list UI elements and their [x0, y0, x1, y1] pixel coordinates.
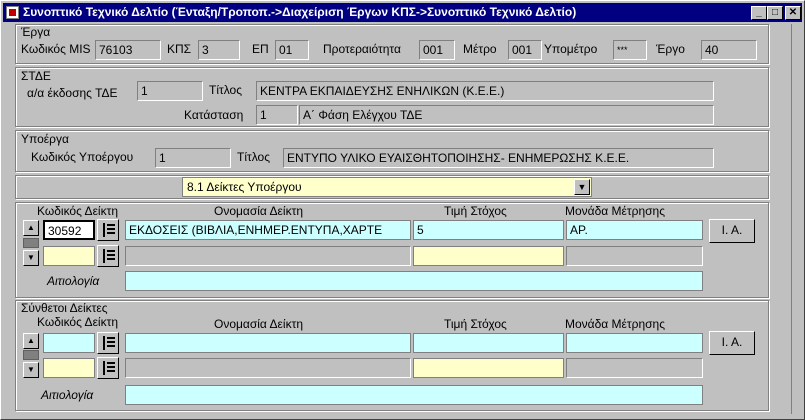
list-icon [103, 249, 115, 263]
synthetoi-justification-label: Αιτιολογία [41, 388, 94, 402]
ypoerga-section-label: Υποέργα [21, 132, 69, 146]
section-select-value: 8.1 Δείκτες Υποέργου [187, 180, 302, 194]
window-title: Συνοπτικό Τεχνικό Δελτίο (Ένταξη/Τροποπ.… [23, 5, 577, 19]
ypometro-label: Υπομέτρο [544, 42, 598, 56]
ep-field[interactable]: 01 [275, 40, 309, 60]
title-bar[interactable]: Συνοπτικό Τεχνικό Δελτίο (Ένταξη/Τροποπ.… [3, 3, 802, 22]
deiktes-row1-lov-button[interactable] [97, 219, 119, 241]
deiktes-row2-code[interactable] [43, 246, 95, 266]
synthetoi-row1-unit[interactable] [566, 333, 703, 353]
ergo-label: Έργο [656, 42, 685, 56]
minimize-button[interactable]: _ [751, 6, 767, 20]
ypoergo-title-label: Τίτλος [237, 150, 271, 164]
ypoergo-code-field[interactable]: 1 [155, 148, 231, 168]
ep-label: ΕΠ [252, 42, 269, 56]
synthetoi-col-target: Τιμή Στόχος [444, 317, 507, 331]
synthetoi-row2-name[interactable] [125, 358, 411, 378]
erga-section-label: Έργα [21, 25, 51, 39]
priority-label: Προτεραιότητα [323, 42, 401, 56]
kps-label: ΚΠΣ [167, 42, 192, 56]
deiktes-row2-lov-button[interactable] [97, 245, 119, 267]
aa-label: α/α έκδοσης ΤΔΕ [27, 86, 118, 100]
deiktes-scroll-up[interactable]: ▲ [23, 220, 39, 236]
deiktes-row2-target[interactable] [413, 246, 564, 266]
synthetoi-row1-target[interactable] [413, 333, 564, 353]
chevron-down-icon[interactable]: ▼ [574, 179, 590, 195]
stde-title-field[interactable]: ΚΕΝΤΡΑ ΕΚΠΑΙΔΕΥΣΗΣ ΕΝΗΛΙΚΩΝ (Κ.Ε.Ε.) [256, 81, 714, 101]
deiktes-col-target: Τιμή Στόχος [444, 204, 507, 218]
deiktes-col-name: Ονομασία Δείκτη [214, 204, 303, 218]
mis-label: Κωδικός MIS [21, 42, 91, 56]
deiktes-row2-unit[interactable] [566, 246, 703, 266]
deiktes-ia-button[interactable]: Ι. Α. [709, 219, 755, 243]
list-icon [103, 361, 115, 375]
deiktes-scroll-thumb[interactable] [23, 238, 39, 248]
synthetoi-col-unit: Μονάδα Μέτρησης [565, 317, 666, 331]
synthetoi-col-name: Ονομασία Δείκτη [214, 317, 303, 331]
deiktes-justification-label: Αιτιολογία [47, 274, 100, 288]
deiktes-row1-code[interactable]: 30592 [43, 220, 95, 240]
synthetoi-row2-lov-button[interactable] [97, 357, 119, 379]
maximize-button[interactable]: □ [767, 6, 783, 20]
stde-section-label: ΣΤΔΕ [21, 69, 51, 83]
ypoergo-title-field[interactable]: ΕΝΤΥΠΟ ΥΛΙΚΟ ΕΥΑΙΣΘΗΤΟΠΟΙΗΣΗΣ- ΕΝΗΜΕΡΩΣΗ… [283, 148, 714, 168]
aa-field[interactable]: 1 [137, 81, 203, 101]
deiktes-col-code: Κωδικός Δείκτη [37, 204, 118, 218]
stde-title-label: Τίτλος [209, 83, 243, 97]
status-code-field[interactable]: 1 [256, 105, 298, 125]
synthetoi-row1-code[interactable] [43, 333, 95, 353]
metro-label: Μέτρο [463, 42, 497, 56]
deiktes-justification-field[interactable] [125, 271, 703, 291]
synthetoi-col-code: Κωδικός Δείκτη [37, 315, 118, 329]
status-value-field[interactable]: Α΄ Φάση Ελέγχου ΤΔΕ [299, 105, 714, 125]
kps-field[interactable]: 3 [198, 40, 240, 60]
section-select[interactable]: 8.1 Δείκτες Υποέργου ▼ [182, 177, 592, 197]
ypoergo-code-label: Κωδικός Υποέργου [31, 150, 134, 164]
ypometro-field[interactable]: *** [613, 40, 647, 60]
synthetoi-row2-unit[interactable] [566, 358, 703, 378]
app-icon [6, 6, 19, 19]
synthetoi-scroll-up[interactable]: ▲ [23, 333, 39, 349]
synthetoi-ia-button[interactable]: Ι. Α. [709, 331, 755, 355]
window-side-strip [791, 24, 803, 414]
deiktes-row1-target[interactable]: 5 [413, 220, 564, 240]
mis-field[interactable]: 76103 [95, 40, 161, 60]
deiktes-scroll-down[interactable]: ▼ [23, 250, 39, 266]
deiktes-col-unit: Μονάδα Μέτρησης [565, 204, 666, 218]
main-window: Συνοπτικό Τεχνικό Δελτίο (Ένταξη/Τροποπ.… [0, 0, 805, 420]
synthetoi-scroll-thumb[interactable] [23, 350, 39, 360]
deiktes-row1-unit[interactable]: ΑΡ. [566, 220, 703, 240]
synthetoi-row2-target[interactable] [413, 358, 564, 378]
priority-field[interactable]: 001 [419, 40, 455, 60]
synthetoi-row1-name[interactable] [125, 333, 411, 353]
deiktes-row1-name[interactable]: ΕΚΔΟΣΕΙΣ (ΒΙΒΛΙΑ,ΕΝΗΜΕΡ.ΕΝΤΥΠΑ,ΧΑΡΤΕ [125, 220, 411, 240]
deiktes-row2-name[interactable] [125, 246, 411, 266]
synthetoi-section-label: Σύνθετοι Δείκτες [21, 301, 108, 315]
synthetoi-row2-code[interactable] [43, 358, 95, 378]
list-icon [103, 223, 115, 237]
metro-field[interactable]: 001 [508, 40, 542, 60]
synthetoi-row1-lov-button[interactable] [97, 332, 119, 354]
status-label: Κατάσταση [184, 108, 244, 122]
ergo-field[interactable]: 40 [701, 40, 757, 60]
list-icon [103, 336, 115, 350]
close-button[interactable]: ✕ [785, 6, 801, 20]
synthetoi-justification-field[interactable] [125, 385, 703, 405]
synthetoi-scroll-down[interactable]: ▼ [23, 362, 39, 378]
